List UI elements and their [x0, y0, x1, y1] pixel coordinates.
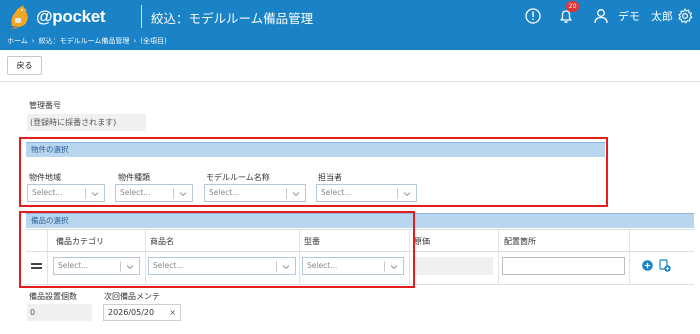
model-number-select[interactable]: Select... — [302, 257, 404, 275]
equipment-category-select[interactable]: Select... — [53, 257, 140, 275]
next-maintenance-label: 次回備品メンテ — [104, 292, 160, 301]
table-bottom-border — [26, 284, 694, 285]
equipment-section-header: 備品の選択 — [26, 213, 694, 228]
select-divider — [120, 261, 121, 272]
column-header-model: 型番 — [304, 237, 320, 246]
breadcrumb-current: (全項目) — [140, 37, 167, 45]
back-button[interactable]: 戻る — [7, 56, 42, 75]
brand-name: @pocket — [36, 7, 106, 26]
select-placeholder: Select... — [58, 261, 89, 270]
property-type-select[interactable]: Select... — [115, 184, 193, 202]
add-row-icon[interactable] — [642, 260, 653, 271]
property-area-select[interactable]: Select... — [27, 184, 105, 202]
column-divider — [409, 229, 410, 284]
chevron-down-icon — [292, 192, 300, 197]
select-divider — [276, 261, 277, 272]
header-divider — [141, 5, 142, 28]
model-room-name-select[interactable]: Select... — [204, 184, 306, 202]
select-divider — [173, 188, 174, 199]
person-in-charge-select[interactable]: Select... — [316, 184, 417, 202]
breadcrumb-list[interactable]: 絞込：モデルルーム備品管理 — [39, 37, 130, 45]
select-placeholder: Select... — [209, 188, 240, 197]
gear-icon[interactable] — [676, 7, 694, 25]
user-name[interactable]: デモ 太郎 — [618, 8, 673, 24]
chevron-down-icon — [91, 192, 99, 197]
column-header-product: 商品名 — [150, 237, 174, 246]
select-divider — [286, 188, 287, 199]
management-number-value: (登録時に採番されます) — [27, 114, 146, 131]
app-logo[interactable]: @pocket — [6, 4, 136, 30]
chevron-down-icon — [179, 192, 187, 197]
chevron-down-icon — [126, 265, 134, 270]
select-placeholder: Select... — [120, 188, 151, 197]
breadcrumb-separator: › — [133, 37, 137, 45]
notification-badge: 20 — [566, 1, 579, 12]
clear-date-icon[interactable]: × — [169, 305, 176, 320]
column-divider — [47, 229, 48, 284]
copy-row-icon[interactable] — [659, 259, 671, 272]
equipment-count-label: 備品設置個数 — [29, 292, 77, 301]
chevron-down-icon — [282, 265, 290, 270]
column-divider — [629, 229, 630, 284]
breadcrumb-separator: › — [31, 37, 35, 45]
toolbar-divider — [0, 81, 700, 82]
select-placeholder: Select... — [153, 261, 184, 270]
select-divider — [397, 188, 398, 199]
management-number-label: 管理番号 — [29, 101, 61, 110]
select-placeholder: Select... — [32, 188, 63, 197]
person-in-charge-label: 担当者 — [318, 173, 342, 182]
table-top-border — [26, 229, 694, 230]
property-area-label: 物件地域 — [29, 173, 61, 182]
select-placeholder: Select... — [307, 261, 338, 270]
select-placeholder: Select... — [321, 188, 352, 197]
chevron-down-icon — [403, 192, 411, 197]
select-divider — [384, 261, 385, 272]
page-title: 絞込：モデルルーム備品管理 — [151, 11, 314, 26]
column-divider — [498, 229, 499, 284]
product-name-select[interactable]: Select... — [148, 257, 296, 275]
select-divider — [85, 188, 86, 199]
next-maintenance-date-value: 2026/05/20 — [108, 308, 155, 317]
model-room-name-label: モデルルーム名称 — [206, 173, 270, 182]
column-header-cost: 原価 — [414, 237, 430, 246]
alert-icon[interactable] — [524, 7, 542, 25]
app-header: @pocket 絞込：モデルルーム備品管理 20 デモ 太郎 — [0, 0, 700, 33]
column-divider — [299, 229, 300, 284]
kangaroo-mascot-icon — [10, 5, 28, 29]
location-input[interactable] — [502, 257, 625, 275]
table-header-border — [26, 251, 694, 252]
breadcrumb-home[interactable]: ホーム — [7, 37, 28, 45]
property-type-label: 物件種類 — [118, 173, 150, 182]
column-divider — [145, 229, 146, 284]
cost-value — [413, 257, 493, 275]
equipment-count-value: 0 — [27, 304, 92, 321]
chevron-down-icon — [390, 265, 398, 270]
property-section-header: 物件の選択 — [26, 142, 605, 157]
column-header-category: 備品カテゴリ — [56, 237, 104, 246]
user-icon[interactable] — [592, 7, 610, 25]
row-drag-handle[interactable] — [31, 263, 42, 269]
next-maintenance-date-input[interactable]: 2026/05/20 × — [103, 304, 181, 321]
breadcrumb: ホーム › 絞込：モデルルーム備品管理 › (全項目) — [0, 33, 700, 50]
column-header-location: 配置箇所 — [504, 237, 536, 246]
